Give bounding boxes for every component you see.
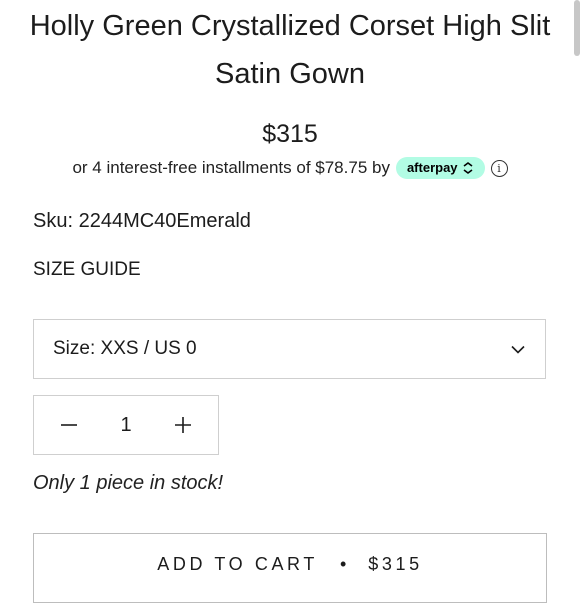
product-price: $315 (262, 120, 318, 148)
cart-separator: • (339, 554, 347, 574)
quantity-increment-button[interactable] (174, 416, 192, 434)
installments-text: or 4 interest-free installments of $78.7… (72, 158, 390, 177)
add-to-cart-label: ADD TO CART (157, 554, 318, 574)
afterpay-badge[interactable]: afterpay (395, 157, 485, 179)
chevron-down-icon (511, 345, 525, 354)
info-icon[interactable]: i (490, 159, 508, 177)
quantity-stepper: 1 (33, 395, 219, 455)
afterpay-installments: or 4 interest-free installments of $78.7… (0, 157, 580, 179)
plus-icon (175, 417, 191, 433)
afterpay-arrows-icon (463, 162, 473, 174)
scrollbar[interactable] (574, 0, 580, 56)
size-select[interactable]: Size: XXS / US 0 (33, 319, 546, 379)
quantity-value[interactable]: 1 (120, 414, 131, 437)
stock-message: Only 1 piece in stock! (33, 472, 224, 494)
size-select-value: Size: XXS / US 0 (53, 338, 197, 359)
product-title: Holly Green Crystallized Corset High Sli… (29, 10, 551, 90)
quantity-decrement-button[interactable] (60, 416, 78, 434)
afterpay-label: afterpay (406, 160, 458, 175)
add-to-cart-price: $315 (368, 554, 423, 574)
size-guide-link[interactable]: SIZE GUIDE (33, 257, 141, 283)
add-to-cart-button[interactable]: ADD TO CART • $315 (33, 533, 547, 603)
product-sku: Sku: 2244MC40Emerald (33, 210, 251, 232)
minus-icon (61, 424, 77, 426)
